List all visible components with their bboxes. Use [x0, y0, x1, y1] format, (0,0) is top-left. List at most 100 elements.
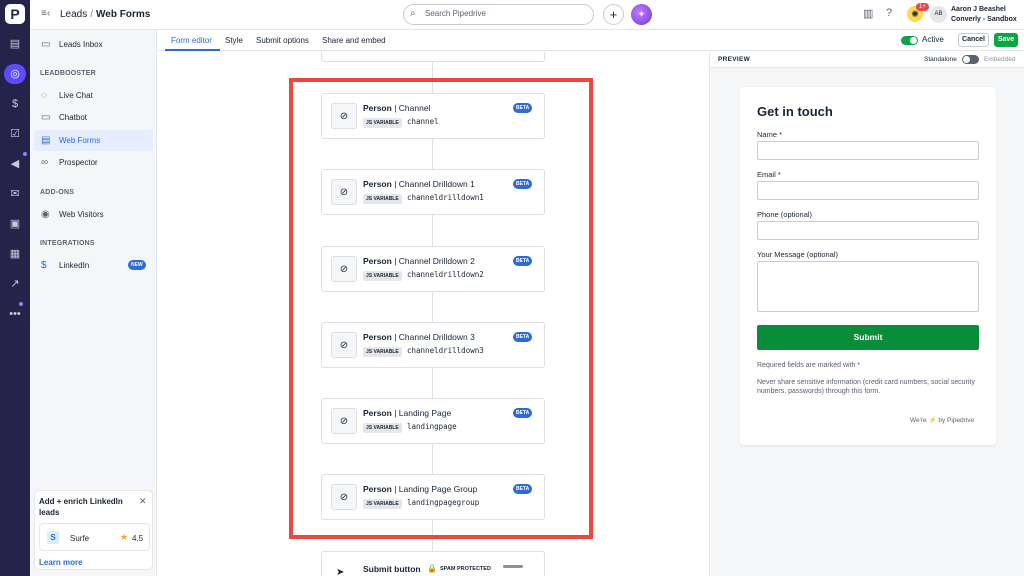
- sidebar-item-label: Live Chat: [59, 91, 93, 100]
- close-icon[interactable]: ✕: [139, 496, 147, 507]
- collapse-sidebar-icon[interactable]: ≡‹: [41, 8, 50, 19]
- tab-style[interactable]: Style: [225, 36, 243, 45]
- form-icon: ▤: [41, 135, 51, 146]
- section-heading-leadbooster: LEADBOOSTER: [40, 70, 96, 77]
- toggle-handle[interactable]: [503, 565, 523, 568]
- activities-icon[interactable]: ☑: [5, 124, 25, 144]
- binoculars-icon: ∞: [41, 157, 49, 168]
- highlight-annotation-box: [289, 78, 593, 539]
- field-label-phone: Phone (optional): [757, 210, 813, 219]
- name-field[interactable]: [757, 141, 979, 160]
- chatbot-icon: ▭: [41, 112, 51, 123]
- notification-badge: 1+: [916, 3, 929, 11]
- tab-submit-options[interactable]: Submit options: [256, 36, 309, 45]
- star-icon: ★: [120, 532, 129, 542]
- help-icon[interactable]: ?: [886, 7, 892, 19]
- app-rail: P ▤ ◎ $ ☑ ◀ ✉ ▣ ▦ ↗ •••: [0, 0, 30, 576]
- sidebar-item-chatbot[interactable]: ▭ Chatbot: [34, 107, 153, 128]
- save-button[interactable]: Save: [994, 33, 1018, 47]
- chat-bubble-icon: ◌: [41, 90, 47, 101]
- breadcrumb-separator: /: [90, 9, 94, 20]
- avatar[interactable]: AB: [930, 6, 947, 23]
- deals-icon[interactable]: $: [5, 94, 25, 114]
- web-visitors-icon: ◉: [41, 209, 50, 220]
- user-account[interactable]: Aaron J Beashel Converly - Sandbox: [951, 5, 1017, 25]
- top-bar: ≡‹ Leads/Web Forms ⌕ + ✦ ▥ ? ✺ 1+ AB Aar…: [30, 0, 1024, 30]
- pipedrive-logo[interactable]: P: [5, 4, 25, 24]
- message-textarea[interactable]: [757, 261, 979, 312]
- field-label-message: Your Message (optional): [757, 250, 839, 259]
- privacy-note: Never share sensitive information (credi…: [757, 379, 975, 395]
- active-label: Active: [922, 35, 944, 44]
- user-name: Aaron J Beashel: [951, 6, 1006, 13]
- campaigns-icon[interactable]: ◀: [5, 154, 25, 174]
- breadcrumb-leads[interactable]: Leads: [60, 9, 87, 20]
- calendar-icon[interactable]: ▣: [5, 214, 25, 234]
- sidebar-item-web-visitors[interactable]: ◉ Web Visitors: [34, 204, 153, 225]
- form-title: Get in touch: [757, 104, 833, 119]
- section-heading-integrations: INTEGRATIONS: [40, 240, 95, 247]
- new-badge: NEW: [128, 260, 146, 270]
- promo-title: Add + enrich LinkedIn leads: [39, 497, 123, 517]
- standalone-label: Standalone: [924, 56, 957, 63]
- field-label-name: Name *: [757, 130, 783, 139]
- cancel-button[interactable]: Cancel: [958, 33, 989, 47]
- sidebar-item-linkedin[interactable]: $ LinkedIn NEW: [34, 255, 153, 276]
- breadcrumb: Leads / Web Forms: [60, 9, 150, 20]
- insights-icon[interactable]: ↗: [5, 274, 25, 294]
- marketplace-icon[interactable]: ▥: [863, 7, 873, 20]
- spam-protected-label: SPAM PROTECTED: [440, 566, 491, 572]
- powered-by: We're ⚡ by Pipedrive: [910, 416, 974, 424]
- app-name: Surfe: [70, 534, 90, 543]
- user-company: Converly - Sandbox: [951, 16, 1017, 23]
- mail-icon[interactable]: ✉: [5, 184, 25, 204]
- embed-mode-toggle[interactable]: [962, 55, 979, 64]
- bolt-icon: ⚡: [928, 417, 937, 424]
- sidebar-item-label: Web Forms: [59, 136, 101, 145]
- sidebar-item-label: Web Visitors: [59, 210, 104, 219]
- search-box[interactable]: ⌕: [403, 4, 594, 25]
- powered-by-prefix: We're: [910, 417, 927, 424]
- required-note: Required fields are marked with *: [757, 362, 861, 369]
- search-icon: ⌕: [410, 8, 416, 19]
- sidebar-item-web-forms[interactable]: ▤ Web Forms: [34, 130, 153, 151]
- learn-more-link[interactable]: Learn more: [39, 558, 83, 567]
- app-rating: 4.5: [132, 534, 144, 543]
- sidebar-item-label: Leads Inbox: [59, 40, 103, 49]
- surfe-icon: $: [41, 260, 47, 271]
- notification-dot: [19, 302, 23, 306]
- submit-button-card[interactable]: ➤ Submit button 🔒 SPAM PROTECTED: [321, 551, 545, 576]
- embedded-label: Embedded: [984, 56, 1016, 63]
- active-toggle[interactable]: [901, 36, 918, 45]
- tab-share-and-embed[interactable]: Share and embed: [322, 36, 386, 45]
- app-card-surfe[interactable]: S Surfe ★ 4.5: [39, 523, 150, 551]
- active-tab-indicator: [165, 49, 220, 51]
- leads-sidebar: ▭ Leads Inbox LEADBOOSTER ◌ Live Chat ▭ …: [30, 30, 157, 576]
- lock-icon: 🔒: [427, 564, 437, 573]
- section-heading-addons: ADD-ONS: [40, 189, 75, 196]
- form-field-card[interactable]: [321, 52, 545, 62]
- contacts-icon[interactable]: ▦: [5, 244, 25, 264]
- tab-form-editor[interactable]: Form editor: [171, 36, 212, 45]
- email-field[interactable]: [757, 181, 979, 200]
- surfe-logo: S: [47, 531, 59, 544]
- breadcrumb-current: Web Forms: [96, 9, 151, 20]
- send-icon: ➤: [336, 567, 345, 576]
- form-preview: Get in touch Name * Email * Phone (optio…: [740, 87, 996, 445]
- ai-assistant-icon[interactable]: ✦: [631, 4, 652, 25]
- sidebar-item-prospector[interactable]: ∞ Prospector: [34, 152, 153, 173]
- phone-field[interactable]: [757, 221, 979, 240]
- sidebar-item-leads-inbox[interactable]: ▭ Leads Inbox: [34, 34, 153, 55]
- search-input[interactable]: [425, 9, 585, 18]
- form-editor-canvas: ⊘ Person | Channel BETA JS VARIABLE chan…: [158, 52, 708, 576]
- inbox-icon: ▭: [41, 39, 51, 50]
- preview-header: PREVIEW Standalone Embedded: [710, 52, 1024, 68]
- editor-tabs: Form editor Style Submit options Share a…: [158, 30, 1024, 51]
- more-icon[interactable]: •••: [5, 304, 25, 324]
- submit-button[interactable]: Submit: [757, 325, 979, 350]
- leads-icon[interactable]: ◎: [4, 64, 26, 84]
- sidebar-item-label: LinkedIn: [59, 261, 90, 270]
- sidebar-item-live-chat[interactable]: ◌ Live Chat: [34, 85, 153, 106]
- inbox-icon[interactable]: ▤: [5, 34, 25, 54]
- quick-add-button[interactable]: +: [603, 4, 624, 25]
